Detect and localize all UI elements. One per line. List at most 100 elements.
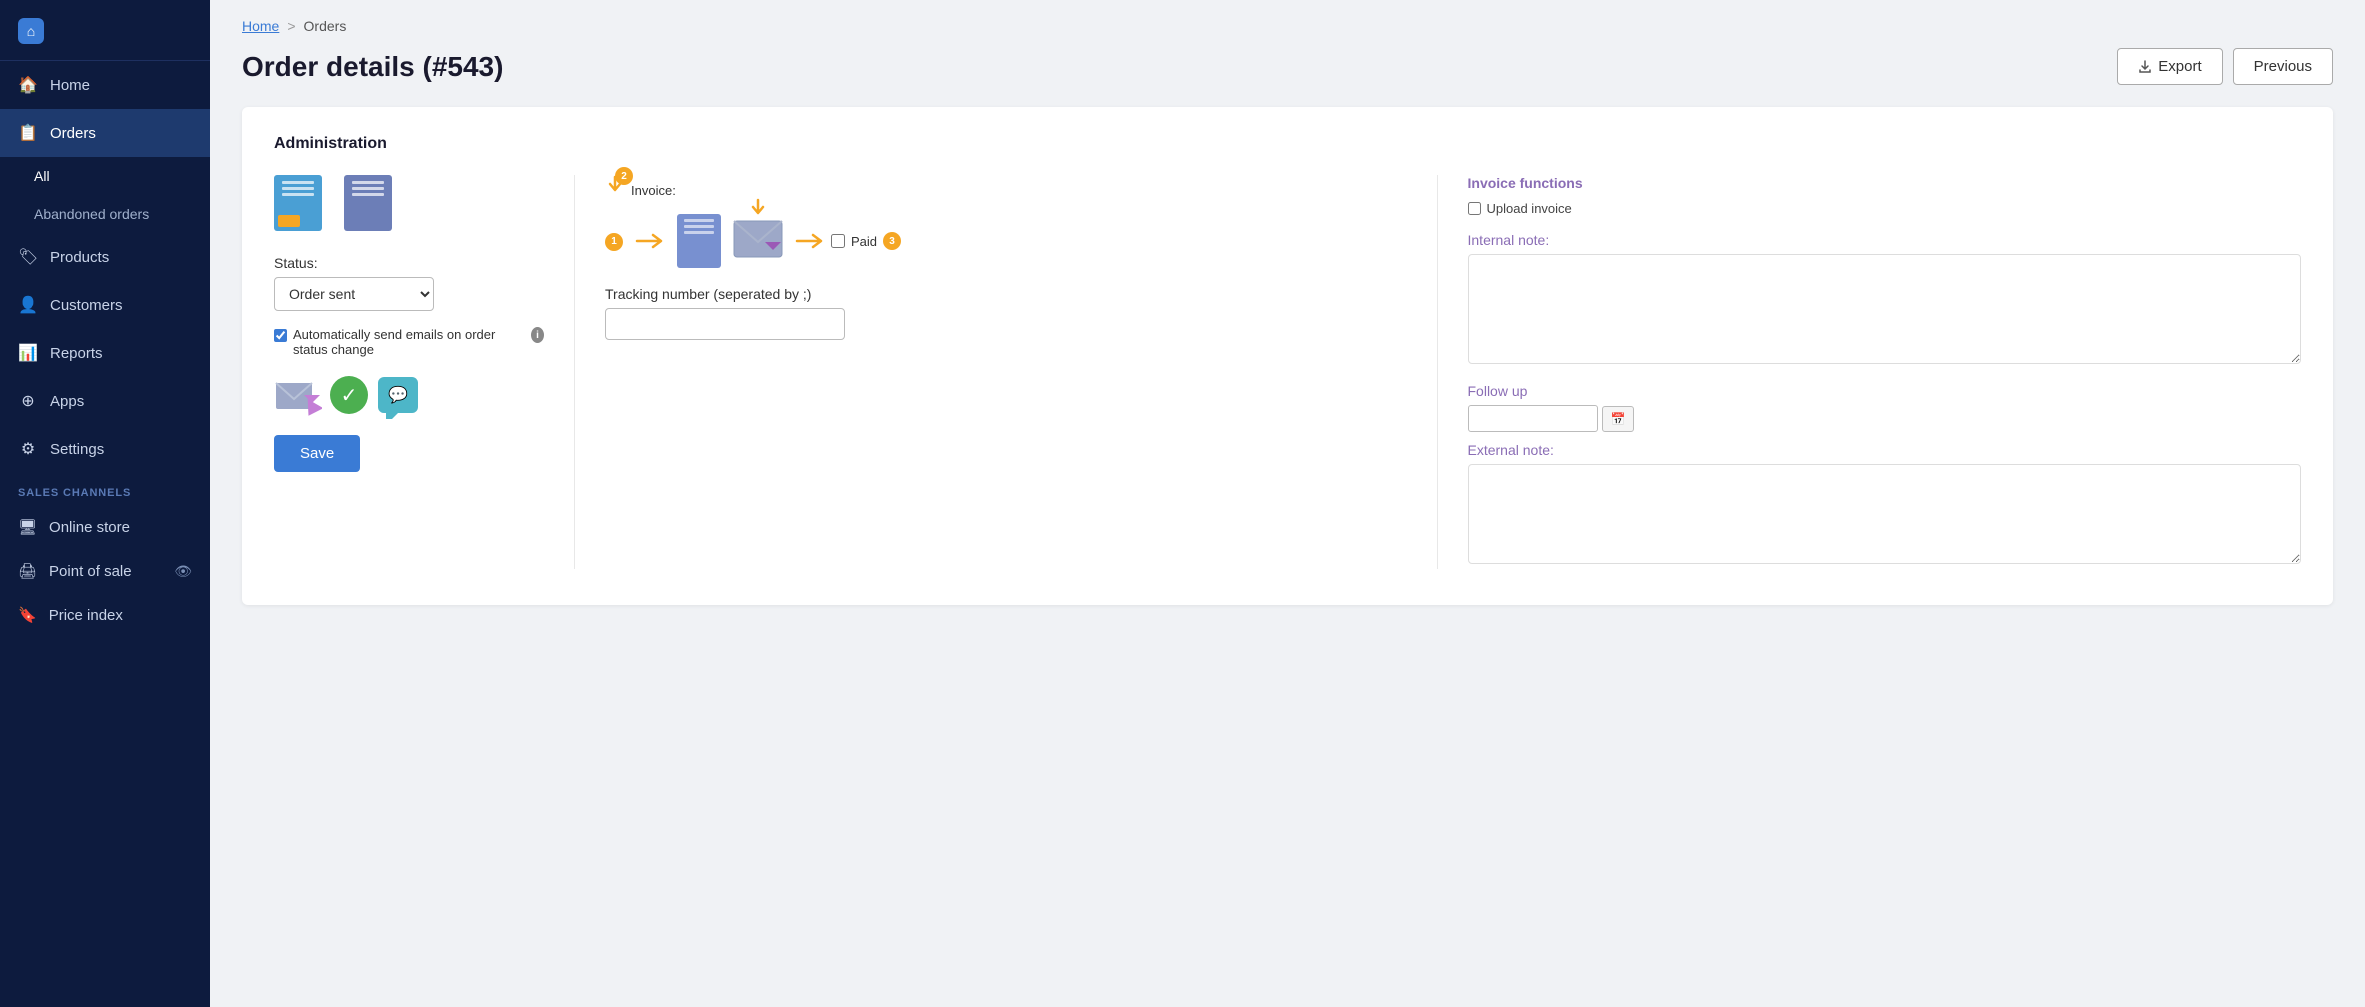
save-button[interactable]: Save — [274, 435, 360, 472]
previous-button[interactable]: Previous — [2233, 48, 2333, 85]
doc-purple — [344, 175, 392, 231]
mid-column: 2 Invoice: 1 — [574, 175, 1438, 569]
paid-area: Paid 3 — [795, 231, 901, 251]
sidebar: ⌂ 🏠 Home 📋 Orders All Abandoned orders 🏷… — [0, 0, 210, 1007]
channel-label: Point of sale — [49, 563, 132, 580]
badge2-pos — [748, 198, 768, 223]
breadcrumb: Home > Orders — [242, 18, 2333, 34]
export-icon — [2138, 60, 2152, 74]
sidebar-sub-label: Abandoned orders — [34, 206, 149, 222]
breadcrumb-home[interactable]: Home — [242, 18, 279, 34]
sidebar-item-label: Reports — [50, 345, 103, 362]
follow-up-input[interactable] — [1468, 405, 1598, 432]
customers-icon: 👤 — [18, 295, 38, 315]
channel-label: Price index — [49, 607, 123, 624]
follow-up-calendar-button[interactable]: 📅 — [1602, 406, 1635, 432]
doc-line1 — [282, 181, 314, 184]
channel-label: Online store — [49, 519, 130, 536]
sidebar-item-label: Customers — [50, 297, 123, 314]
doc-line2 — [352, 187, 384, 190]
channel-left: 🖨 Point of sale — [18, 562, 132, 580]
products-icon: 🏷 — [18, 247, 38, 267]
tracking-label: Tracking number (seperated by ;) — [605, 286, 1407, 302]
tracking-section: Tracking number (seperated by ;) — [605, 286, 1407, 340]
sidebar-item-orders[interactable]: 📋 Orders — [0, 109, 210, 157]
sidebar-item-customers[interactable]: 👤 Customers — [0, 281, 210, 329]
admin-title: Administration — [274, 135, 2301, 153]
envelope-flow[interactable] — [733, 220, 783, 263]
internal-note-textarea[interactable] — [1468, 254, 2302, 364]
email-action-icon[interactable] — [274, 375, 320, 415]
invoice-flow: 1 — [605, 214, 1407, 268]
sidebar-item-home[interactable]: 🏠 Home — [0, 61, 210, 109]
auto-send-label: Automatically send emails on order statu… — [293, 327, 525, 357]
external-note-textarea[interactable] — [1468, 464, 2302, 564]
status-select-wrap: Order sent Pending Processing Completed … — [274, 277, 544, 311]
sidebar-item-price-index[interactable]: 🔖 Price index — [0, 593, 210, 637]
internal-note-label: Internal note: — [1468, 232, 2302, 248]
sidebar-sub-label: All — [34, 168, 50, 184]
sidebar-item-label: Products — [50, 249, 109, 266]
reply-arrow — [304, 399, 322, 417]
doc-line1 — [352, 181, 384, 184]
reports-icon: 📊 — [18, 343, 38, 363]
channel-left: 🖥 Online store — [18, 518, 130, 536]
page-title: Order details (#543) — [242, 51, 503, 83]
external-note-label: External note: — [1468, 442, 2302, 458]
page-header: Home > Orders Order details (#543) Expor… — [210, 0, 2365, 107]
invoice-text: Invoice: — [631, 183, 676, 198]
badge-2: 2 — [615, 167, 633, 185]
status-section: Status: Order sent Pending Processing Co… — [274, 255, 544, 311]
doc-line2 — [282, 187, 314, 190]
sidebar-item-apps[interactable]: ⊕ Apps — [0, 377, 210, 425]
badge-1: 1 — [605, 233, 623, 251]
badge-3: 3 — [883, 232, 901, 250]
sidebar-item-products[interactable]: 🏷 Products — [0, 233, 210, 281]
arrow-right-paid — [795, 231, 825, 251]
sidebar-sub-item-all[interactable]: All — [0, 157, 210, 195]
badge2-wrap: 2 — [605, 175, 625, 200]
paid-checkbox[interactable] — [831, 234, 845, 248]
sidebar-sub-item-abandoned[interactable]: Abandoned orders — [0, 195, 210, 233]
eye-icon[interactable]: 👁 — [174, 563, 192, 580]
price-index-icon: 🔖 — [18, 606, 37, 624]
info-icon[interactable]: i — [531, 327, 544, 343]
sales-channels-label: SALES CHANNELS — [0, 473, 210, 505]
online-store-icon: 🖥 — [18, 518, 37, 536]
badge1-area: 1 — [605, 231, 623, 251]
invoice-flow-row: 2 Invoice: — [605, 175, 1407, 200]
invoice-doc-icon[interactable] — [344, 175, 396, 235]
down-arrow2 — [748, 198, 768, 218]
order-doc-icon[interactable] — [274, 175, 326, 235]
breadcrumb-separator: > — [287, 18, 295, 34]
auto-send-checkbox[interactable] — [274, 329, 287, 342]
status-label: Status: — [274, 255, 544, 271]
chat-action-icon[interactable]: 💬 — [378, 377, 418, 413]
apps-icon: ⊕ — [18, 391, 38, 411]
sidebar-item-pos[interactable]: 🖨 Point of sale 👁 — [0, 549, 210, 593]
right-column: Invoice functions Upload invoice Interna… — [1438, 175, 2302, 569]
follow-up-input-row: 📅 — [1468, 405, 2302, 432]
sidebar-item-label: Home — [50, 77, 90, 94]
admin-content-grid: Status: Order sent Pending Processing Co… — [274, 175, 2301, 569]
status-select[interactable]: Order sent Pending Processing Completed … — [274, 277, 434, 311]
sidebar-item-reports[interactable]: 📊 Reports — [0, 329, 210, 377]
sidebar-item-online-store[interactable]: 🖥 Online store — [0, 505, 210, 549]
tracking-input[interactable] — [605, 308, 845, 340]
envelope-svg — [733, 220, 783, 258]
inv-doc-line1 — [684, 219, 714, 222]
home-icon: 🏠 — [18, 75, 38, 95]
action-icons-row: ✓ 💬 — [274, 375, 544, 415]
sidebar-item-settings[interactable]: ⚙ Settings — [0, 425, 210, 473]
upload-invoice-row: Upload invoice — [1468, 201, 2302, 216]
orders-icon: 📋 — [18, 123, 38, 143]
doc-line3 — [352, 193, 384, 196]
export-button[interactable]: Export — [2117, 48, 2222, 85]
invoice-doc-flow[interactable] — [677, 214, 721, 268]
export-label: Export — [2158, 58, 2201, 75]
check-action-icon[interactable]: ✓ — [330, 376, 368, 414]
sidebar-logo: ⌂ — [0, 0, 210, 61]
invoice-label-area: 2 — [605, 175, 625, 200]
upload-invoice-checkbox[interactable] — [1468, 202, 1481, 215]
paid-label: Paid — [851, 234, 877, 249]
